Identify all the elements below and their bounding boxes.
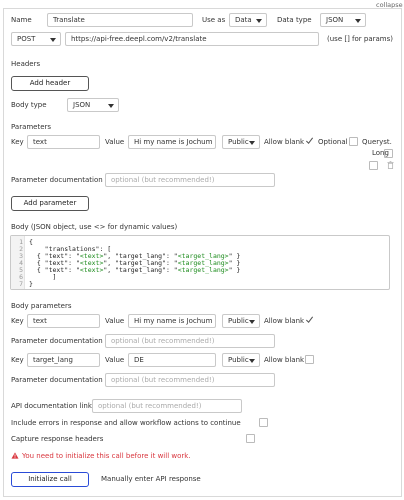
body-param-value-input[interactable]: Hi my name is Jochum — [128, 314, 216, 328]
capture-headers-checkbox[interactable] — [246, 434, 255, 443]
param-querystring-label: Queryst. — [362, 138, 392, 146]
param-long-checkbox[interactable] — [369, 161, 378, 170]
chevron-down-icon — [50, 38, 56, 42]
body-code-editor[interactable]: 1{2 "translations": [3 { "text": "<text>… — [10, 235, 390, 290]
body-param-doc-label: Parameter documentation — [11, 337, 103, 345]
use-as-value: Data — [235, 16, 252, 24]
body-param-visibility-select[interactable]: Public — [222, 353, 260, 367]
chevron-down-icon — [249, 359, 255, 363]
body-type-value: JSON — [73, 101, 91, 109]
body-parameters-title: Body parameters — [11, 302, 72, 310]
body-param-doc-input[interactable]: optional (but recommended!) — [105, 373, 275, 387]
data-type-value: JSON — [326, 16, 344, 24]
param-key-label: Key — [11, 138, 24, 146]
method-value: POST — [17, 35, 36, 43]
chevron-down-icon — [249, 320, 255, 324]
chevron-down-icon — [249, 141, 255, 145]
method-select[interactable]: POST — [11, 32, 61, 46]
body-param-key-label: Key — [11, 356, 24, 364]
param-value-input[interactable]: Hi my name is Jochum — [128, 135, 216, 149]
body-param-value-input[interactable]: DE — [128, 353, 216, 367]
check-icon[interactable] — [305, 315, 314, 324]
trash-icon[interactable] — [387, 161, 394, 169]
body-type-label: Body type — [11, 101, 47, 109]
parameters-title: Parameters — [11, 123, 52, 131]
chevron-down-icon — [355, 19, 361, 23]
param-allow-blank-label: Allow blank — [264, 138, 305, 146]
body-param-allow-blank-label: Allow blank — [264, 356, 305, 364]
manual-response-link[interactable]: Manually enter API response — [101, 476, 201, 483]
param-visibility-select[interactable]: Public — [222, 135, 260, 149]
data-type-select[interactable]: JSON — [320, 13, 366, 27]
include-errors-checkbox[interactable] — [259, 418, 268, 427]
code-token: ] — [29, 273, 57, 281]
body-param-visibility-value: Public — [228, 356, 249, 364]
body-param-key-input[interactable]: target_lang — [27, 353, 100, 367]
data-type-label: Data type — [277, 16, 312, 24]
code-line: { "text": "<text>", "target_lang": "<tar… — [29, 266, 241, 274]
add-header-button[interactable]: Add header — [11, 76, 89, 91]
param-key-input[interactable]: text — [27, 135, 100, 149]
param-doc-label: Parameter documentation — [11, 176, 103, 184]
chevron-down-icon — [108, 104, 114, 108]
body-param-key-input[interactable]: text — [27, 314, 100, 328]
chevron-down-icon — [256, 19, 262, 23]
param-long-label: Long — [372, 149, 389, 157]
code-token: " } — [228, 266, 241, 274]
name-label: Name — [11, 16, 32, 24]
params-hint: (use [] for params) — [327, 35, 393, 43]
name-input[interactable]: Translate — [47, 13, 193, 27]
param-visibility-value: Public — [228, 138, 249, 146]
body-param-visibility-value: Public — [228, 317, 249, 325]
body-label: Body (JSON object, use <> for dynamic va… — [11, 223, 178, 231]
code-token: } — [29, 280, 33, 288]
code-line: } — [29, 281, 33, 288]
body-param-key-label: Key — [11, 317, 24, 325]
code-token-dynamic: <text> — [79, 266, 104, 274]
code-token: ", "target_lang": " — [103, 266, 178, 274]
include-errors-label: Include errors in response and allow wor… — [11, 419, 241, 427]
code-line: ] — [29, 274, 56, 281]
capture-headers-label: Capture response headers — [11, 435, 104, 443]
body-param-value-label: Value — [105, 356, 125, 364]
url-input[interactable]: https://api-free.deepl.com/v2/translate — [65, 32, 319, 46]
param-optional-label: Optional — [318, 138, 348, 146]
api-doc-label: API documentation link — [11, 402, 92, 410]
use-as-select[interactable]: Data — [229, 13, 267, 27]
body-param-visibility-select[interactable]: Public — [222, 314, 260, 328]
body-param-value-label: Value — [105, 317, 125, 325]
param-optional-checkbox[interactable] — [349, 137, 358, 146]
code-token-dynamic: <target_lang> — [177, 266, 229, 274]
body-param-allow-blank-checkbox[interactable] — [305, 355, 314, 364]
code-line-number: 7 — [19, 280, 23, 288]
param-value-label: Value — [105, 138, 125, 146]
warning-icon — [11, 452, 19, 459]
add-parameter-button[interactable]: Add parameter — [11, 196, 89, 211]
warning-message: You need to initialize this call before … — [22, 452, 191, 460]
body-param-doc-input[interactable]: optional (but recommended!) — [105, 334, 275, 348]
headers-title: Headers — [11, 60, 41, 68]
check-icon[interactable] — [305, 136, 314, 145]
api-doc-input[interactable]: optional (but recommended!) — [92, 399, 242, 413]
initialize-call-button[interactable]: Initialize call — [11, 472, 89, 487]
body-type-select[interactable]: JSON — [67, 98, 119, 112]
body-param-doc-label: Parameter documentation — [11, 376, 103, 384]
body-param-allow-blank-label: Allow blank — [264, 317, 305, 325]
param-doc-input[interactable]: optional (but recommended!) — [105, 173, 275, 187]
use-as-label: Use as — [202, 16, 226, 24]
